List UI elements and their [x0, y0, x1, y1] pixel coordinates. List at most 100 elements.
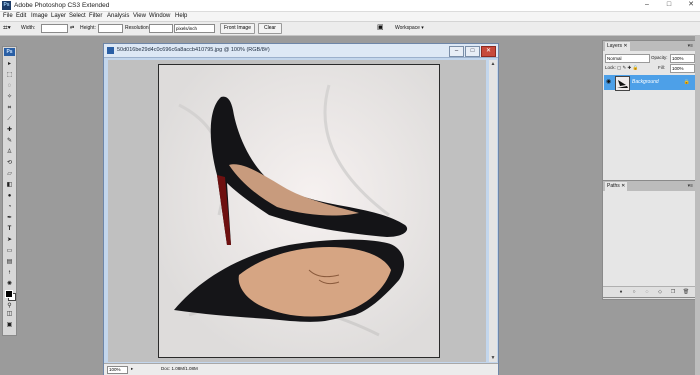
shape-tool-icon[interactable]: ▭ [5, 247, 14, 255]
gradient-tool-icon[interactable]: ◧ [5, 181, 14, 189]
menu-window[interactable]: Window [149, 12, 170, 21]
menu-select[interactable]: Select [69, 12, 86, 21]
layer-name: Background [632, 79, 659, 85]
screen-mode-icon[interactable]: ▣ [5, 321, 14, 329]
resolution-field[interactable] [149, 24, 173, 33]
scroll-down-arrow-icon[interactable]: ▼ [489, 354, 497, 362]
tab-layers[interactable]: Layers ✕ [605, 42, 630, 51]
vertical-scrollbar[interactable]: ▲ ▼ [489, 60, 497, 362]
brush-tool-icon[interactable]: ✎ [5, 137, 14, 145]
pen-tool-icon[interactable]: ✒ [5, 214, 14, 222]
magic-wand-tool-icon[interactable]: ✧ [5, 93, 14, 101]
width-field[interactable] [41, 24, 68, 33]
layer-thumbnail [615, 76, 630, 91]
options-bar: ⌗▾ Width: ⇄ Height: Resolution: pixels/i… [0, 21, 700, 36]
menu-edit[interactable]: Edit [16, 12, 26, 21]
delete-path-icon[interactable]: 🗑 [682, 288, 690, 296]
resolution-label: Resolution: [125, 25, 151, 31]
slice-tool-icon[interactable]: ⟋ [5, 115, 14, 123]
layer-lock-icon: 🔒 [683, 79, 690, 85]
zoom-level-field[interactable]: 100% [107, 366, 128, 374]
marquee-tool-icon[interactable]: ⬚ [5, 71, 14, 79]
new-path-icon[interactable]: ❐ [669, 288, 677, 296]
paths-panel-menu-icon[interactable]: ▾≡ [688, 182, 693, 191]
healing-brush-tool-icon[interactable]: ✚ [5, 126, 14, 134]
photoshop-app-icon: Ps [2, 1, 11, 10]
menu-image[interactable]: Image [31, 12, 48, 21]
fill-path-icon[interactable]: ● [617, 288, 625, 296]
stroke-path-icon[interactable]: ○ [630, 288, 638, 296]
document-status-bar: 100% ▸ Doc: 1.08M/1.08M [104, 363, 498, 375]
opacity-label: Opacity: [651, 55, 668, 60]
path-selection-tool-icon[interactable]: ➤ [5, 236, 14, 244]
tools-panel: Ps ▸ ⬚ ◌ ✧ ⌗ ⟋ ✚ ✎ ♙ ⟲ ▱ ◧ ● ◔ ✒ T ➤ ▭ ▤… [2, 46, 17, 336]
window-scrollbar[interactable] [695, 35, 700, 375]
menu-layer[interactable]: Layer [51, 12, 66, 21]
resolution-unit-select[interactable]: pixels/inch [174, 24, 215, 33]
minimize-button[interactable]: – [640, 1, 654, 9]
document-window: 50d016be29d4c0c696c6a8accb410795.jpg @ 1… [103, 43, 499, 375]
make-work-path-icon[interactable]: ◇ [656, 288, 664, 296]
paths-panel: Paths ✕ ▾≡ ● ○ ◌ ◇ ❐ 🗑 [602, 180, 697, 298]
doc-maximize-button[interactable]: □ [465, 46, 480, 57]
foreground-color-swatch[interactable] [5, 290, 13, 298]
document-size: Doc: 1.08M/1.08M [161, 366, 198, 371]
layer-row-background[interactable]: ◉ Background 🔒 [604, 75, 695, 91]
workspace-icon[interactable]: ▣ [377, 24, 384, 31]
history-brush-tool-icon[interactable]: ⟲ [5, 159, 14, 167]
canvas-image[interactable] [158, 64, 440, 358]
status-menu-icon[interactable]: ▸ [131, 365, 133, 372]
3d-rotate-tool-icon[interactable]: ✺ [5, 280, 14, 288]
crop-tool-preset-icon[interactable]: ⌗▾ [3, 23, 11, 33]
window-title: Adobe Photoshop CS3 Extended [14, 2, 110, 9]
tab-paths[interactable]: Paths ✕ [605, 182, 628, 191]
eyedropper-tool-icon[interactable]: ⟊ [5, 269, 14, 277]
doc-minimize-button[interactable]: – [449, 46, 464, 57]
move-tool-icon[interactable]: ▸ [5, 60, 14, 68]
document-icon [107, 47, 114, 54]
lasso-tool-icon[interactable]: ◌ [5, 82, 14, 90]
canvas-area[interactable] [108, 60, 486, 362]
menu-analysis[interactable]: Analysis [107, 12, 129, 21]
menu-bar: File Edit Image Layer Select Filter Anal… [0, 12, 700, 21]
notes-tool-icon[interactable]: ▤ [5, 258, 14, 266]
blur-tool-icon[interactable]: ● [5, 192, 14, 200]
height-field[interactable] [98, 24, 123, 33]
quick-mask-icon[interactable]: ◫ [5, 310, 14, 318]
layers-panel-header: Layers ✕ ▾≡ [603, 41, 696, 51]
menu-file[interactable]: File [3, 12, 13, 21]
crop-tool-icon[interactable]: ⌗ [5, 104, 14, 112]
document-name: 50d016be29d4c0c696c6a8accb410795.jpg @ 1… [117, 47, 270, 53]
eraser-tool-icon[interactable]: ▱ [5, 170, 14, 178]
menu-view[interactable]: View [133, 12, 146, 21]
swap-dimensions-icon[interactable]: ⇄ [70, 25, 74, 32]
opacity-field[interactable]: 100% [670, 54, 695, 63]
close-window-button[interactable]: ✕ [684, 1, 698, 9]
clone-stamp-tool-icon[interactable]: ♙ [5, 148, 14, 156]
visibility-eye-icon[interactable]: ◉ [606, 79, 611, 86]
blend-mode-select[interactable]: Normal [605, 54, 650, 63]
fill-label: Fill: [658, 65, 665, 70]
document-title-bar[interactable]: 50d016be29d4c0c696c6a8accb410795.jpg @ 1… [104, 44, 498, 58]
scroll-up-arrow-icon[interactable]: ▲ [489, 60, 497, 68]
clear-button[interactable]: Clear [258, 23, 282, 34]
width-label: Width: [21, 25, 36, 31]
doc-close-button[interactable]: ✕ [481, 46, 496, 57]
paths-panel-footer: ● ○ ◌ ◇ ❐ 🗑 [603, 286, 696, 297]
maximize-button[interactable]: □ [662, 1, 676, 9]
shoes-photo [159, 65, 439, 357]
front-image-button[interactable]: Front Image [220, 23, 255, 34]
lock-label: Lock: [605, 65, 616, 70]
app-title-bar: Ps Adobe Photoshop CS3 Extended – □ ✕ [0, 0, 700, 12]
panel-menu-icon[interactable]: ▾≡ [688, 42, 693, 51]
menu-help[interactable]: Help [175, 12, 187, 21]
type-tool-icon[interactable]: T [5, 225, 14, 233]
dodge-tool-icon[interactable]: ◔ [5, 203, 14, 211]
height-label: Height: [80, 25, 96, 31]
menu-filter[interactable]: Filter [89, 12, 102, 21]
fill-field[interactable]: 100% [670, 64, 695, 73]
load-selection-icon[interactable]: ◌ [643, 288, 651, 296]
lock-options-icon[interactable]: ▢ ✎ ✚ 🔒 [617, 64, 638, 71]
workspace-menu[interactable]: Workspace ▾ [395, 25, 424, 32]
zoom-tool-icon[interactable]: ⚲ [5, 302, 14, 310]
